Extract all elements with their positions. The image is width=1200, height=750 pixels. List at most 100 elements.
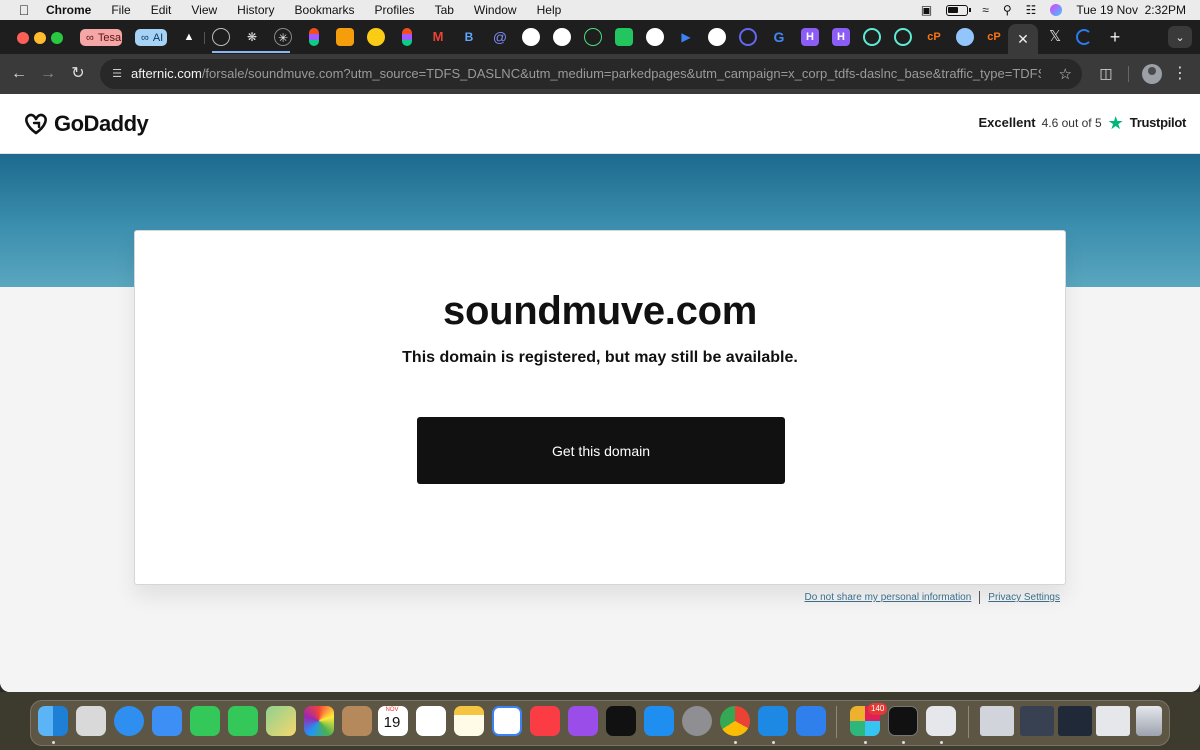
tab-gemini-icon[interactable] <box>212 28 230 46</box>
reload-icon[interactable]: ↻ <box>67 63 89 85</box>
apple-tv-icon[interactable] <box>606 706 636 736</box>
siri-icon[interactable] <box>1050 4 1063 16</box>
terminal-icon[interactable] <box>888 706 918 736</box>
messages-icon[interactable] <box>228 706 258 736</box>
tab-group-ai[interactable]: ∞ AI <box>135 29 167 46</box>
menu-file[interactable]: File <box>111 3 130 17</box>
tab-x-logo-icon[interactable]: 𝕏 <box>1044 27 1066 47</box>
xcode-instruments-icon[interactable] <box>796 706 826 736</box>
tab-figma-icon[interactable] <box>309 28 319 46</box>
menubar-clock[interactable]: Tue 19 Nov 2:32PM <box>1076 3 1186 17</box>
forward-arrow-icon[interactable]: → <box>37 63 59 85</box>
battery-icon[interactable] <box>946 4 972 16</box>
photos-icon[interactable] <box>304 706 334 736</box>
tab-cp-icon-2[interactable]: cP <box>985 28 1003 46</box>
active-tab-close-icon[interactable]: ✕ <box>1017 31 1029 48</box>
active-tab[interactable]: ✕ <box>1008 24 1038 54</box>
tab-cp-icon[interactable]: cP <box>925 28 943 46</box>
tab-group-tesa[interactable]: ∞ Tesa <box>80 29 122 46</box>
menu-tab[interactable]: Tab <box>435 3 454 17</box>
tab-blue-drop-icon[interactable] <box>956 28 974 46</box>
window-minimize-button[interactable] <box>34 32 46 44</box>
tab-blue-badge-icon[interactable] <box>739 28 757 46</box>
tab-google-icon[interactable]: G <box>770 28 788 46</box>
privacy-settings-link[interactable]: Privacy Settings <box>988 592 1060 603</box>
menu-profiles[interactable]: Profiles <box>375 3 415 17</box>
control-center-icon[interactable]: ☷ <box>1026 3 1037 17</box>
tab-github-icon-4[interactable] <box>708 28 726 46</box>
minimized-window-thumbnail[interactable] <box>1020 706 1054 736</box>
menu-edit[interactable]: Edit <box>151 3 172 17</box>
new-tab-button[interactable]: + <box>1106 27 1124 47</box>
screen-mirroring-icon[interactable]: ▣ <box>921 3 932 17</box>
facetime-icon[interactable] <box>190 706 220 736</box>
menu-view[interactable]: View <box>191 3 217 17</box>
maps-icon[interactable] <box>266 706 296 736</box>
tab-yellow-coin-icon[interactable] <box>367 28 385 46</box>
reminders-icon[interactable] <box>416 706 446 736</box>
minimized-window-thumbnail[interactable] <box>1058 706 1092 736</box>
trash-icon[interactable] <box>1136 706 1162 736</box>
tab-github-icon-3[interactable] <box>646 28 664 46</box>
tab-teal-icon-2[interactable] <box>894 28 912 46</box>
tab-gmail-icon[interactable]: M <box>429 28 447 46</box>
tab-green-dot-icon[interactable] <box>584 28 602 46</box>
utility-app-icon[interactable] <box>926 706 956 736</box>
menu-window[interactable]: Window <box>474 3 517 17</box>
finder-icon[interactable] <box>38 706 68 736</box>
mail-icon[interactable] <box>152 706 182 736</box>
tab-github-icon-2[interactable] <box>553 28 571 46</box>
wifi-icon[interactable]: ≈ <box>982 3 989 17</box>
tab-triangle-icon[interactable]: ▲ <box>180 28 198 46</box>
back-arrow-icon[interactable]: ← <box>8 63 30 85</box>
tab-h-icon[interactable]: H <box>801 28 819 46</box>
menu-help[interactable]: Help <box>537 3 562 17</box>
tab-teal-icon[interactable] <box>863 28 881 46</box>
bookmark-star-icon[interactable]: ☆ <box>1059 65 1072 83</box>
trustpilot-widget[interactable]: Excellent 4.6 out of 5 ★ Trustpilot <box>979 112 1187 133</box>
menu-app-name[interactable]: Chrome <box>46 3 91 17</box>
trustpilot-star-icon: ★ <box>1107 112 1124 133</box>
menu-history[interactable]: History <box>237 3 274 17</box>
app-store-icon[interactable] <box>644 706 674 736</box>
tab-loading-icon[interactable] <box>1076 29 1092 45</box>
tab-play-icon[interactable]: ▶ <box>677 28 695 46</box>
safari-icon[interactable] <box>114 706 144 736</box>
tab-search-chevron-icon[interactable]: ⌄ <box>1168 26 1192 48</box>
tab-openai-icon[interactable]: ❋ <box>243 28 261 46</box>
music-icon[interactable] <box>530 706 560 736</box>
podcasts-icon[interactable] <box>568 706 598 736</box>
contacts-icon[interactable] <box>342 706 372 736</box>
tab-github-icon[interactable] <box>522 28 540 46</box>
get-this-domain-button[interactable]: Get this domain <box>417 417 785 484</box>
url-text[interactable]: afternic.com/forsale/soundmuve.com?utm_s… <box>131 66 1041 81</box>
tab-at-icon[interactable]: @ <box>491 28 509 46</box>
window-zoom-button[interactable] <box>51 32 63 44</box>
chrome-menu-icon[interactable]: ⋮ <box>1172 63 1188 85</box>
system-settings-icon[interactable] <box>682 706 712 736</box>
minimized-window-thumbnail[interactable] <box>980 706 1014 736</box>
window-close-button[interactable] <box>17 32 29 44</box>
vscode-icon[interactable] <box>758 706 788 736</box>
minimized-window-thumbnail[interactable] <box>1096 706 1130 736</box>
do-not-share-link[interactable]: Do not share my personal information <box>805 592 972 603</box>
chrome-icon[interactable] <box>720 706 750 736</box>
tab-green-app-icon[interactable] <box>615 28 633 46</box>
menu-bookmarks[interactable]: Bookmarks <box>295 3 355 17</box>
spotlight-search-icon[interactable]: ⚲ <box>1003 3 1012 17</box>
site-settings-icon[interactable]: ☰ <box>110 67 124 81</box>
freeform-icon[interactable] <box>492 706 522 736</box>
profile-avatar[interactable] <box>1142 64 1162 84</box>
tab-h-icon-2[interactable]: H <box>832 28 850 46</box>
tab-separator <box>204 32 205 44</box>
tab-orange-app-icon[interactable] <box>336 28 354 46</box>
godaddy-logo[interactable]: GoDaddy <box>22 111 149 137</box>
apple-menu-icon[interactable]:  <box>16 2 32 18</box>
extensions-puzzle-icon[interactable]: ◫ <box>1096 63 1116 83</box>
tab-b-icon[interactable]: B <box>460 28 478 46</box>
address-bar[interactable]: ☰ afternic.com/forsale/soundmuve.com?utm… <box>100 59 1082 89</box>
tab-figma-icon-2[interactable] <box>402 28 412 46</box>
launchpad-icon[interactable] <box>76 706 106 736</box>
notes-icon[interactable] <box>454 706 484 736</box>
tab-claude-icon[interactable]: ✳ <box>274 28 292 46</box>
